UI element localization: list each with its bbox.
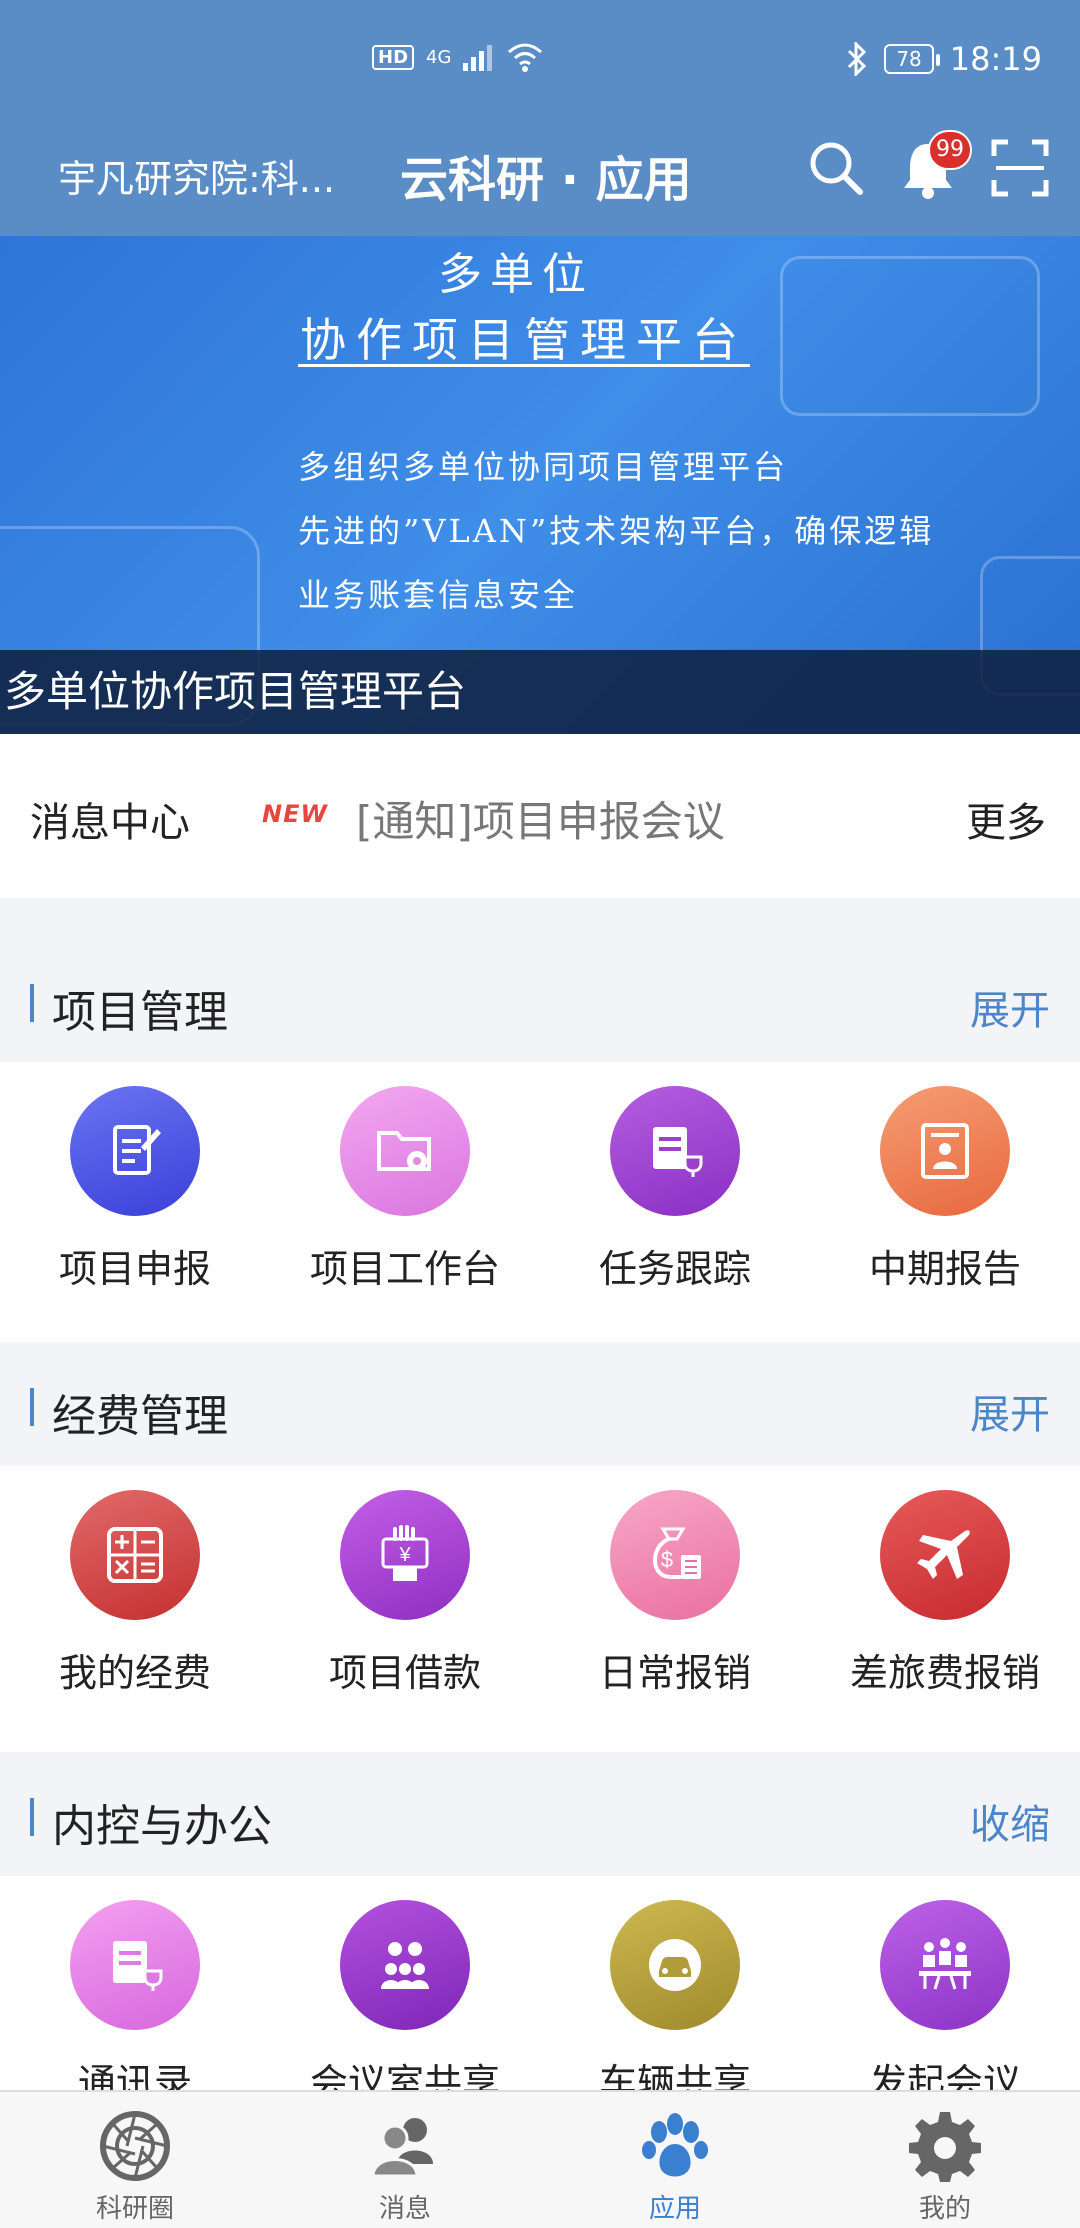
section-header-project: 项目管理 展开 xyxy=(0,938,1080,1062)
folder-gear-icon xyxy=(377,1131,431,1171)
gear-icon xyxy=(909,2112,981,2182)
clock: 18:19 xyxy=(949,40,1042,78)
section-grid-project: 项目申报 项目工作台 任务跟踪 中期报告 xyxy=(0,1062,1080,1342)
tab-label: 我的 xyxy=(918,2194,971,2224)
banner-desc2: 先进的”VLAN”技术架构平台，确保逻辑 xyxy=(298,512,935,550)
status-bar: HD 4G 78 18:19 xyxy=(0,0,1080,120)
app-label: 项目申报 xyxy=(58,1247,211,1291)
tab-mine[interactable]: 我的 xyxy=(810,2108,1080,2225)
paw-icon xyxy=(642,2113,708,2177)
report-person-icon xyxy=(921,1123,969,1179)
message-center[interactable]: 消息中心 NEW [通知]项目申报会议 更多 xyxy=(0,734,1080,898)
section-header-office: 内控与办公 收缩 xyxy=(0,1752,1080,1876)
app-travel-reimburse[interactable]: 差旅费报销 xyxy=(810,1490,1080,1697)
edit-doc-icon xyxy=(113,1125,161,1175)
more-link[interactable]: 更多 xyxy=(966,790,1046,848)
tab-label: 应用 xyxy=(648,2194,701,2224)
scan-icon xyxy=(991,139,1049,197)
app-label: 车辆共享 xyxy=(598,2061,751,2090)
message-center-label: 消息中心 xyxy=(30,800,190,846)
section-title: 项目管理 xyxy=(52,987,228,1038)
page-title: 云科研 · 应用 xyxy=(400,152,692,208)
app-midterm-report[interactable]: 中期报告 xyxy=(810,1086,1080,1293)
aperture-icon xyxy=(100,2111,170,2181)
tab-messages[interactable]: 消息 xyxy=(270,2108,540,2225)
network-label: 4G xyxy=(426,46,452,68)
top-bar: HD 4G 78 18:19 宇凡研究院:科... 云科研 · 应用 99 xyxy=(0,0,1080,236)
banner-divider xyxy=(298,364,750,367)
section-title: 经费管理 xyxy=(52,1391,228,1442)
banner-desc1: 多组织多单位协同项目管理平台 xyxy=(298,448,789,486)
banner-line1: 多单位 xyxy=(438,249,594,300)
app-task-tracking[interactable]: 任务跟踪 xyxy=(540,1086,810,1293)
section-title: 内控与办公 xyxy=(52,1801,272,1852)
notification-badge: 99 xyxy=(928,130,972,170)
contacts-icon xyxy=(113,1941,163,1991)
bluetooth-icon xyxy=(848,42,867,76)
search-button[interactable] xyxy=(806,138,866,202)
app-meeting-room[interactable]: 会议室共享 xyxy=(270,1900,540,2090)
new-badge: NEW xyxy=(262,800,328,828)
app-my-funds[interactable]: 我的经费 xyxy=(0,1490,270,1697)
banner-caption: 多单位协作项目管理平台 xyxy=(0,650,1080,734)
airplane-icon xyxy=(917,1530,970,1579)
app-start-meeting[interactable]: 发起会议 xyxy=(810,1900,1080,2090)
message-ticker[interactable]: [通知]项目申报会议 xyxy=(356,788,725,849)
tab-label: 科研圈 xyxy=(95,2194,174,2224)
meeting-room-icon xyxy=(381,1942,429,1989)
tab-label: 消息 xyxy=(378,2194,431,2224)
task-trophy-icon xyxy=(653,1127,703,1177)
app-label: 发起会议 xyxy=(868,2061,1021,2090)
app-project-apply[interactable]: 项目申报 xyxy=(0,1086,270,1293)
app-label: 中期报告 xyxy=(868,1247,1021,1291)
banner-desc3: 业务账套信息安全 xyxy=(298,576,579,614)
hd-indicator: HD xyxy=(372,44,415,70)
banner-line2: 协作项目管理平台 xyxy=(300,313,748,367)
car-icon xyxy=(649,1939,701,1991)
calculator-icon xyxy=(107,1527,163,1583)
bottom-nav: 科研圈 消息 应用 我的 xyxy=(0,2090,1080,2228)
app-label: 项目工作台 xyxy=(309,1247,500,1291)
app-label: 会议室共享 xyxy=(309,2061,500,2090)
section-grid-funding: 我的经费 ¥ 项目借款 $ 日常报销 差旅费报销 xyxy=(0,1466,1080,1752)
app-label: 差旅费报销 xyxy=(849,1651,1040,1695)
app-vehicle-share[interactable]: 车辆共享 xyxy=(540,1900,810,2090)
start-meeting-icon xyxy=(919,1938,971,1990)
app-label: 日常报销 xyxy=(598,1651,751,1695)
svg-text:¥: ¥ xyxy=(398,1544,411,1566)
app-label: 项目借款 xyxy=(328,1651,481,1695)
app-label: 任务跟踪 xyxy=(598,1247,751,1291)
tab-apps[interactable]: 应用 xyxy=(540,2108,810,2225)
app-project-workbench[interactable]: 项目工作台 xyxy=(270,1086,540,1293)
app-daily-reimburse[interactable]: $ 日常报销 xyxy=(540,1490,810,1697)
money-bag-icon: $ xyxy=(653,1527,701,1579)
org-selector[interactable]: 宇凡研究院:科... xyxy=(58,148,358,203)
expand-button[interactable]: 展开 xyxy=(970,1382,1050,1440)
wifi-icon xyxy=(508,43,543,72)
svg-text:$: $ xyxy=(661,1547,673,1572)
section-header-funding: 经费管理 展开 xyxy=(0,1342,1080,1466)
app-contacts[interactable]: 通讯录 xyxy=(0,1900,270,2090)
hand-yuan-icon: ¥ xyxy=(381,1525,429,1581)
app-label: 通讯录 xyxy=(77,2061,192,2090)
section-grid-office: 通讯录 会议室共享 车辆共享 发起会议 xyxy=(0,1876,1080,2090)
scan-button[interactable] xyxy=(990,138,1050,202)
tab-research-circle[interactable]: 科研圈 xyxy=(0,2108,270,2225)
collapse-button[interactable]: 收缩 xyxy=(970,1792,1050,1850)
expand-button[interactable]: 展开 xyxy=(970,978,1050,1036)
users-icon xyxy=(371,2118,433,2178)
search-icon xyxy=(810,142,863,195)
signal-icon xyxy=(463,45,493,71)
app-label: 我的经费 xyxy=(58,1651,211,1695)
app-project-loan[interactable]: ¥ 项目借款 xyxy=(270,1490,540,1697)
battery-indicator: 78 xyxy=(884,44,941,74)
